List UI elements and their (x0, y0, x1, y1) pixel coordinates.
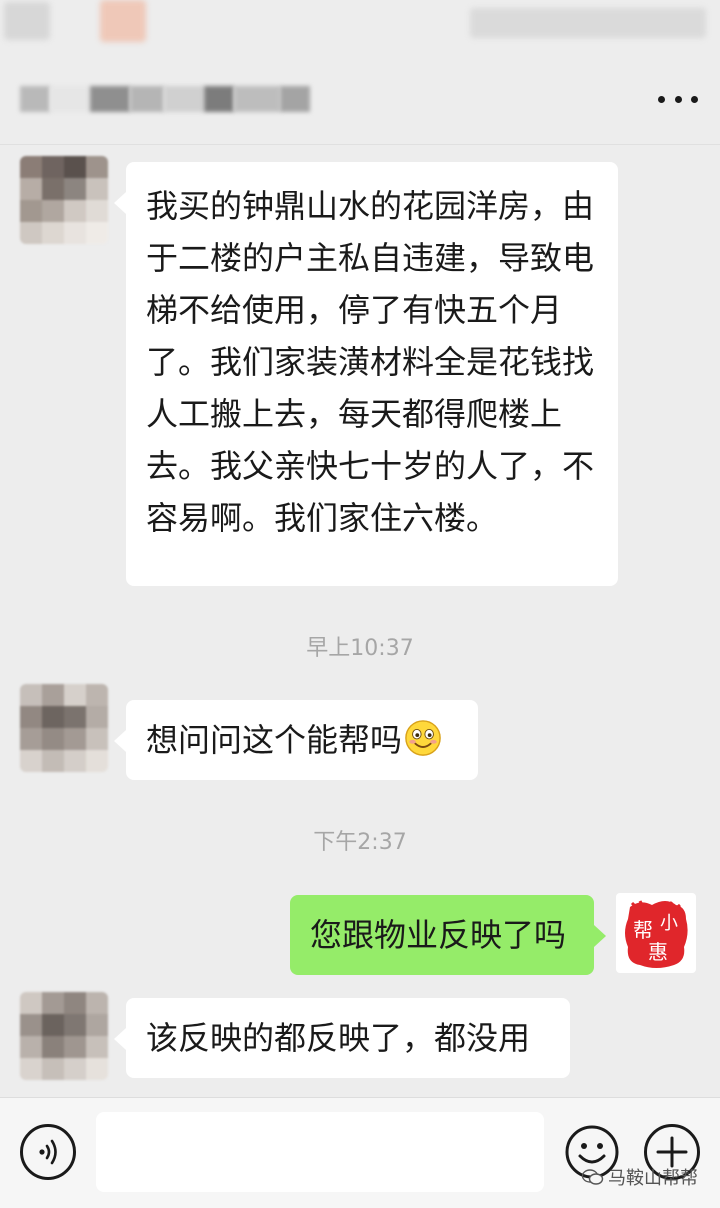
status-blur-right (470, 8, 706, 38)
message-bubble[interactable]: 我买的钟鼎山水的花园洋房，由于二楼的户主私自违建，导致电梯不给使用，停了有快五个… (114, 162, 618, 586)
contact-avatar[interactable] (20, 156, 108, 244)
contact-avatar[interactable] (20, 684, 108, 772)
message-bubble[interactable]: 想问问这个能帮吗 (114, 700, 478, 780)
smile-emoji-icon (405, 720, 441, 756)
contact-avatar[interactable] (20, 992, 108, 1080)
self-avatar[interactable]: 帮 小 惠 (616, 893, 696, 973)
wechat-logo-icon (582, 1169, 604, 1185)
message-text: 想问问这个能帮吗 (146, 721, 403, 759)
status-blur-center (100, 0, 146, 42)
voice-input-button[interactable] (20, 1124, 76, 1180)
message-bubble[interactable]: 该反映的都反映了，都没用 (114, 998, 570, 1078)
svg-text:帮: 帮 (633, 918, 653, 942)
status-blur-left (4, 2, 50, 40)
chat-title-blurred (20, 86, 310, 112)
status-bar (0, 0, 720, 44)
more-button[interactable] (658, 84, 698, 114)
message-text: 我买的钟鼎山水的花园洋房，由于二楼的户主私自违建，导致电梯不给使用，停了有快五个… (146, 187, 595, 537)
seal-logo-icon: 帮 小 惠 (625, 900, 688, 968)
watermark-text: 马鞍山帮帮 (608, 1168, 698, 1189)
message-text: 该反映的都反映了，都没用 (146, 1019, 531, 1057)
svg-text:惠: 惠 (648, 940, 668, 964)
svg-text:小: 小 (660, 913, 678, 934)
timestamp: 下午2:37 (313, 830, 407, 855)
message-input[interactable] (96, 1112, 544, 1192)
watermark: 马鞍山帮帮 (582, 1164, 698, 1190)
sent-message-bubble[interactable]: 您跟物业反映了吗 (290, 895, 606, 975)
voice-icon (39, 1139, 57, 1165)
message-text: 您跟物业反映了吗 (310, 916, 567, 954)
more-dots-icon (658, 95, 665, 103)
timestamp: 早上10:37 (306, 636, 414, 661)
